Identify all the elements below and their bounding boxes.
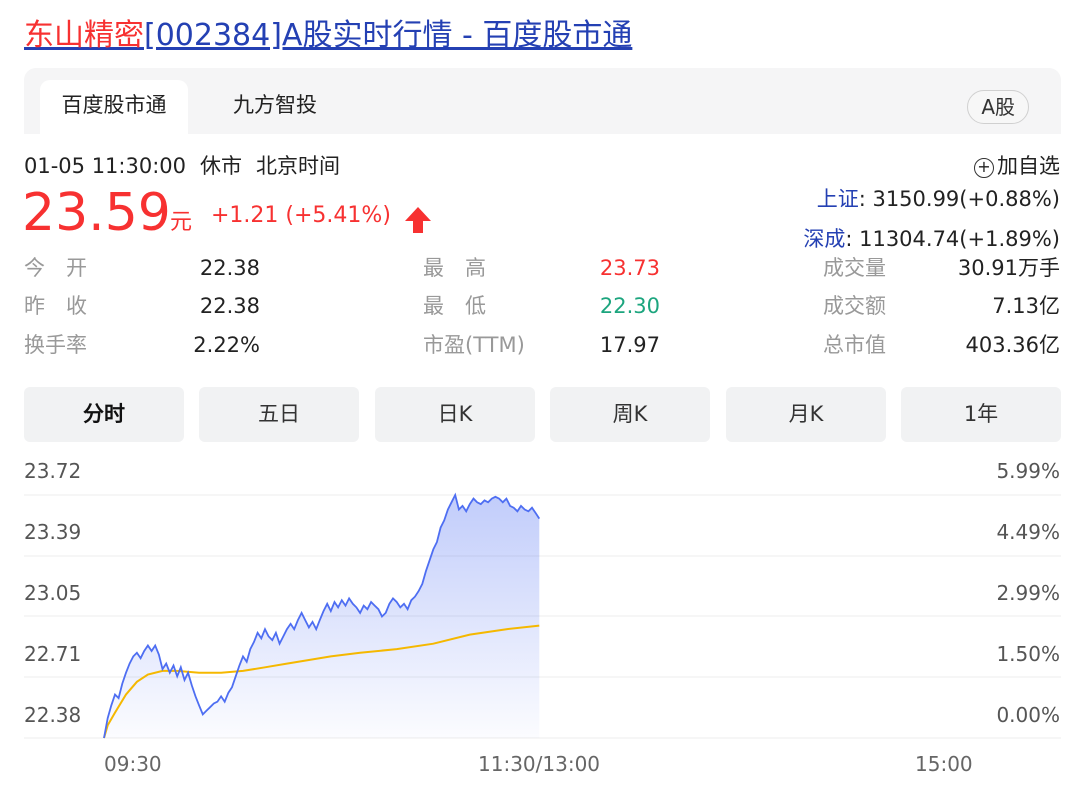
y-tick-label: 23.05 (24, 581, 82, 605)
market-badge[interactable]: A股 (967, 90, 1029, 124)
stock-name[interactable]: 东山精密 (24, 18, 144, 53)
stat-label: 成交量 (823, 256, 886, 280)
index-shanghai[interactable]: 上证: 3150.99(+0.88%) (817, 183, 1060, 213)
stat-value: 2.22% (193, 333, 260, 357)
stat-label: 最 高 (423, 256, 486, 280)
source-tab-bar: 百度股市通 九方智投 A股 (24, 68, 1061, 134)
y-tick-label: 23.72 (24, 459, 82, 483)
tab-jiufang-zhitou[interactable]: 九方智投 (210, 80, 340, 134)
up-arrow-icon (405, 207, 431, 233)
period-daily-k[interactable]: 日K (375, 387, 535, 442)
stat-value: 7.13亿 (992, 294, 1060, 318)
stat-value: 403.36亿 (965, 333, 1060, 357)
stat-label: 换手率 (24, 333, 87, 357)
stat-label: 总市值 (823, 333, 886, 357)
index-name[interactable]: 上证 (817, 187, 859, 211)
current-price: 23.59 (22, 183, 171, 243)
price-change: +1.21 (+5.41%) (211, 203, 391, 228)
add-watchlist-label: 加自选 (997, 154, 1060, 178)
pct-tick-label: 5.99% (996, 459, 1060, 483)
title-suffix[interactable]: [002384]A股实时行情 - 百度股市通 (144, 18, 632, 53)
x-tick-label: 15:00 (915, 752, 973, 776)
add-watchlist-button[interactable]: + 加自选 (974, 150, 1060, 180)
index-value: : 11304.74(+1.89%) (845, 227, 1060, 251)
period-monthly-k[interactable]: 月K (726, 387, 886, 442)
stat-value: 30.91万手 (957, 256, 1060, 280)
plus-circle-icon: + (974, 158, 994, 178)
stat-value: 22.30 (599, 294, 660, 318)
tab-baidu-gushitong[interactable]: 百度股市通 (40, 80, 188, 134)
index-value: : 3150.99(+0.88%) (858, 187, 1060, 211)
price-unit: 元 (170, 210, 193, 235)
stat-value: 22.38 (199, 256, 260, 280)
timezone-label: 北京时间 (256, 154, 341, 178)
quote-time-row: 01-05 11:30:00 休市 北京时间 (24, 150, 354, 180)
period-weekly-k[interactable]: 周K (550, 387, 710, 442)
quote-datetime: 01-05 11:30:00 (24, 154, 187, 178)
index-name[interactable]: 深成 (803, 227, 845, 251)
y-tick-label: 22.71 (24, 642, 82, 666)
x-tick-label: 11:30/13:00 (478, 752, 601, 776)
period-intraday[interactable]: 分时 (24, 387, 184, 442)
intraday-chart[interactable] (0, 450, 1080, 791)
stat-value: 22.38 (199, 294, 260, 318)
stat-label: 昨 收 (24, 294, 87, 318)
pct-tick-label: 4.49% (996, 520, 1060, 544)
stat-value: 23.73 (599, 256, 660, 280)
market-status: 休市 (200, 154, 243, 178)
pct-tick-label: 0.00% (996, 703, 1060, 727)
pct-tick-label: 2.99% (996, 581, 1060, 605)
y-tick-label: 22.38 (24, 703, 82, 727)
period-selector: 分时 五日 日K 周K 月K 1年 (24, 387, 1061, 442)
stat-label: 今 开 (24, 256, 87, 280)
x-tick-label: 09:30 (104, 752, 162, 776)
period-5day[interactable]: 五日 (199, 387, 359, 442)
y-tick-label: 23.39 (24, 520, 82, 544)
stat-label: 市盈(TTM) (423, 333, 525, 357)
page-title[interactable]: 东山精密[002384]A股实时行情 - 百度股市通 (24, 16, 632, 56)
period-1year[interactable]: 1年 (901, 387, 1061, 442)
stat-label: 最 低 (423, 294, 486, 318)
stat-label: 成交额 (823, 294, 886, 318)
stat-value: 17.97 (599, 333, 660, 357)
index-shenzhen[interactable]: 深成: 11304.74(+1.89%) (803, 223, 1060, 253)
pct-tick-label: 1.50% (996, 642, 1060, 666)
